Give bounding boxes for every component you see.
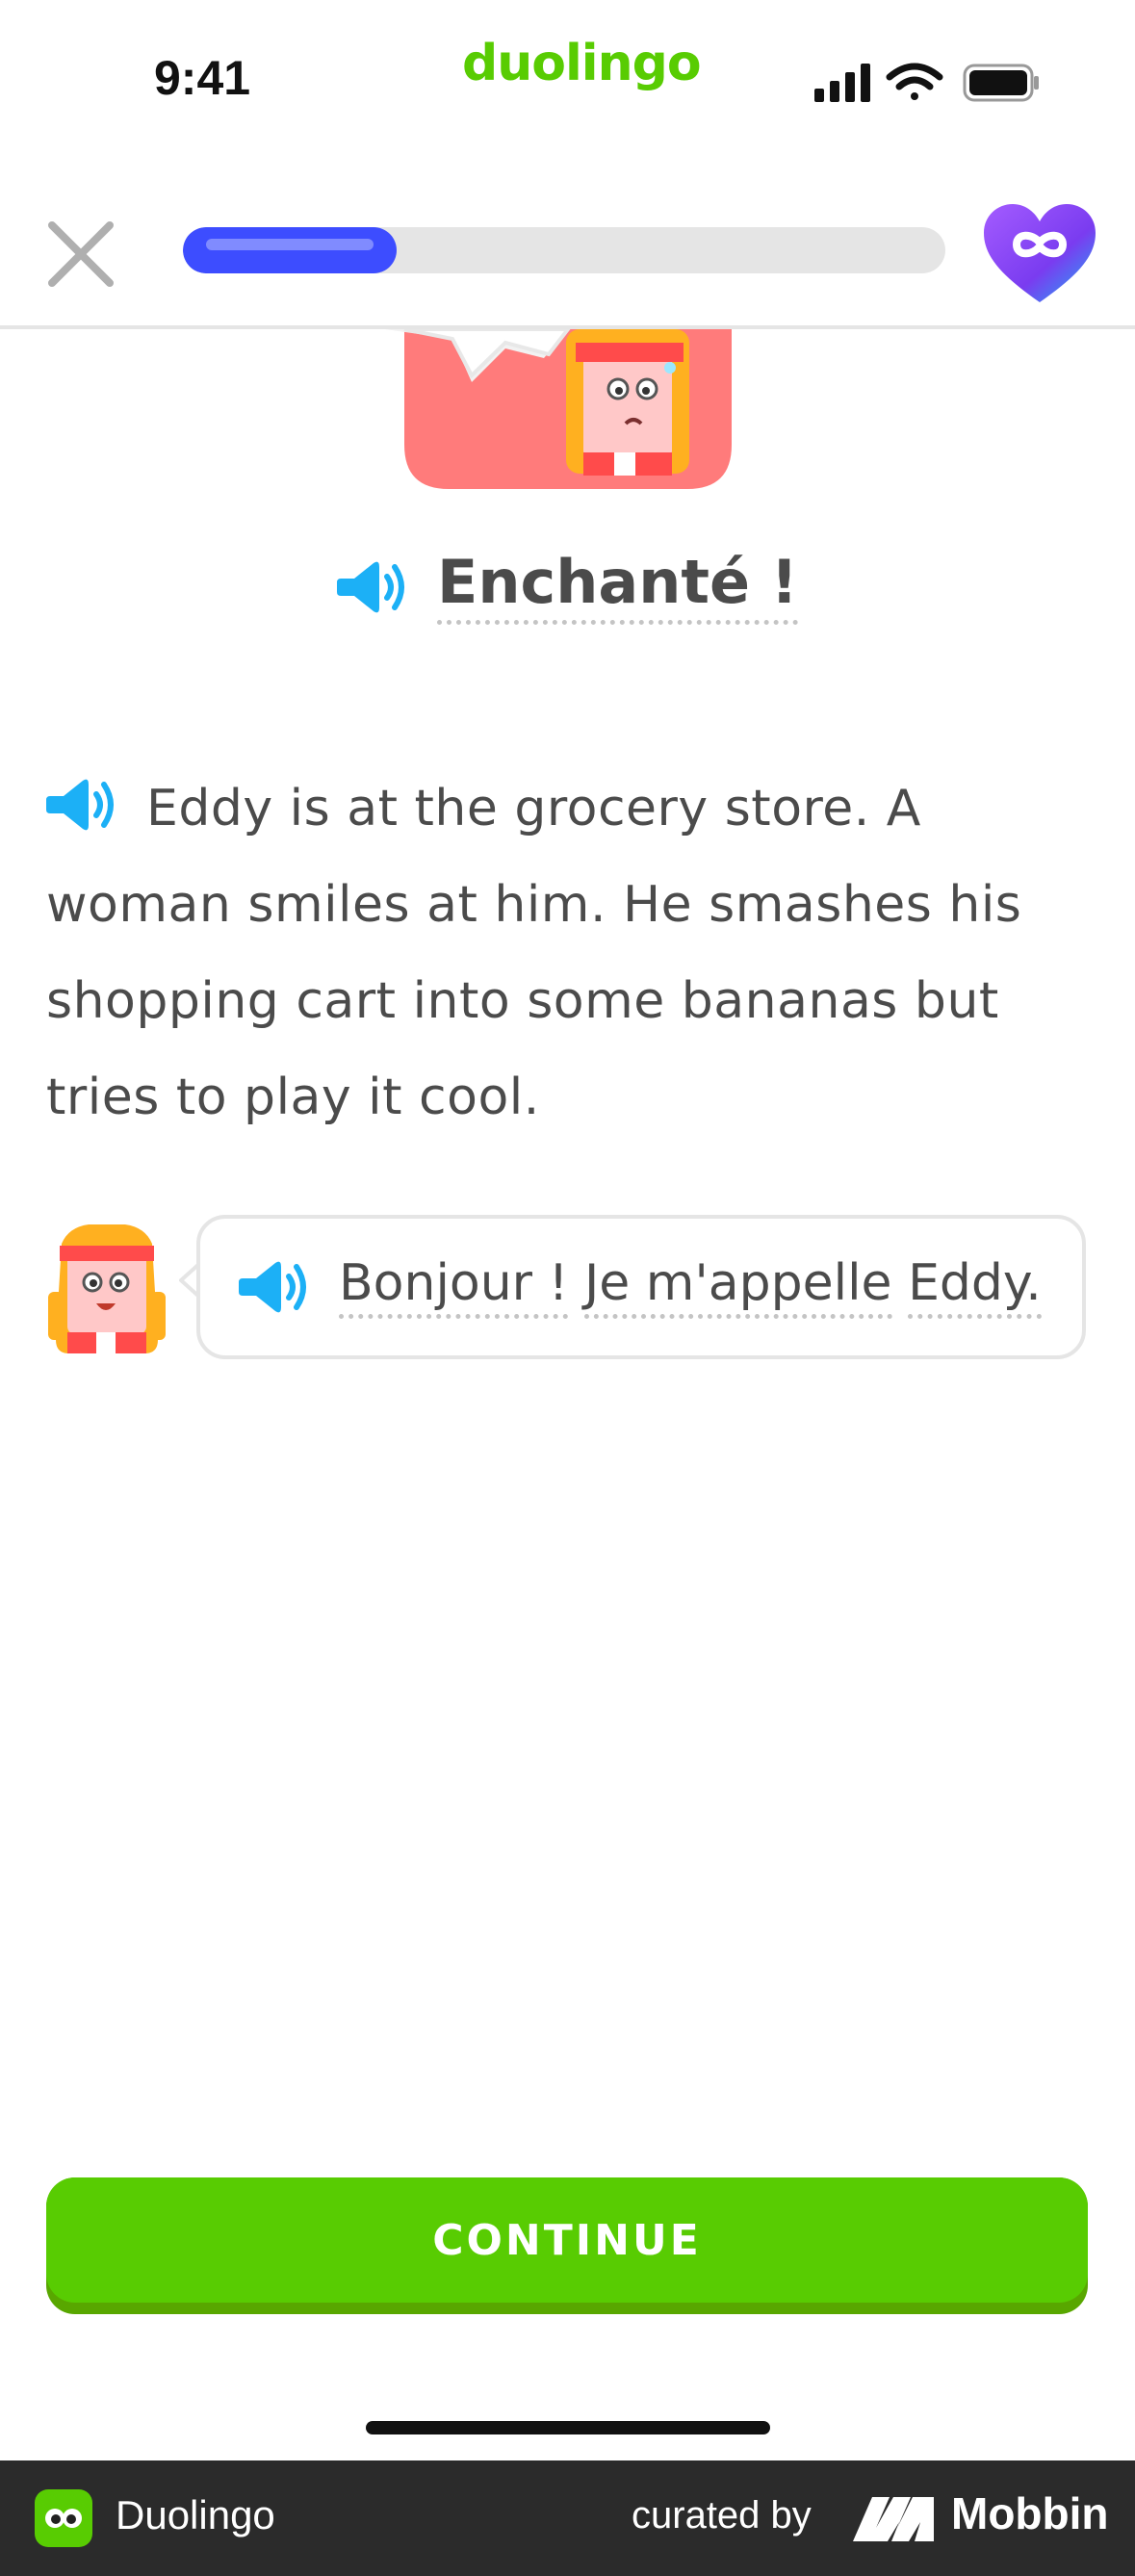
footer-app-name: Duolingo <box>116 2492 275 2537</box>
infinity-heart-button[interactable] <box>982 202 1097 308</box>
duolingo-app-icon <box>35 2489 92 2547</box>
mobbin-logo-icon <box>853 2497 934 2541</box>
close-icon <box>48 221 114 287</box>
footer-curated-by: curated by <box>632 2494 812 2537</box>
speech-bubble-content: Bonjour ! Je m'appelle Eddy. <box>239 1219 1042 1355</box>
status-icons <box>811 62 1042 104</box>
story-title[interactable]: Enchanté ! <box>437 550 798 625</box>
eddy-avatar <box>42 1224 171 1355</box>
lesson-progress-bar <box>183 227 945 273</box>
story-title-row: Enchanté ! <box>0 539 1135 635</box>
narrative-text: Eddy is at the grocery store. A woman sm… <box>46 780 1022 1126</box>
mobbin-footer: Duolingo curated by Mobbin <box>0 2460 1135 2576</box>
story-narrative: Eddy is at the grocery store. A woman sm… <box>46 760 1096 1146</box>
cellular-signal-icon <box>814 64 870 102</box>
speaker-icon[interactable] <box>239 1257 310 1317</box>
dialogue-word[interactable]: Je m'appelle <box>583 1254 892 1320</box>
story-illustration <box>385 327 741 493</box>
duolingo-wordmark: duolingo <box>462 35 702 92</box>
continue-button[interactable]: CONTINUE <box>46 2177 1088 2314</box>
dialogue-word[interactable]: Eddy. <box>908 1254 1042 1320</box>
close-button[interactable] <box>42 216 119 293</box>
speech-bubble: Bonjour ! Je m'appelle Eddy. <box>196 1215 1086 1359</box>
footer-mobbin-brand: Mobbin <box>951 2488 1109 2538</box>
continue-label: CONTINUE <box>432 2215 702 2265</box>
speaker-icon[interactable] <box>337 557 408 617</box>
infinity-heart-icon <box>984 204 1096 302</box>
battery-icon <box>963 64 1039 102</box>
wifi-icon <box>886 63 943 100</box>
speaker-icon[interactable] <box>46 775 117 835</box>
lesson-progress-fill <box>183 227 397 273</box>
home-indicator <box>366 2421 770 2434</box>
status-time: 9:41 <box>154 51 251 105</box>
dialogue-word[interactable]: Bonjour ! <box>339 1254 569 1320</box>
